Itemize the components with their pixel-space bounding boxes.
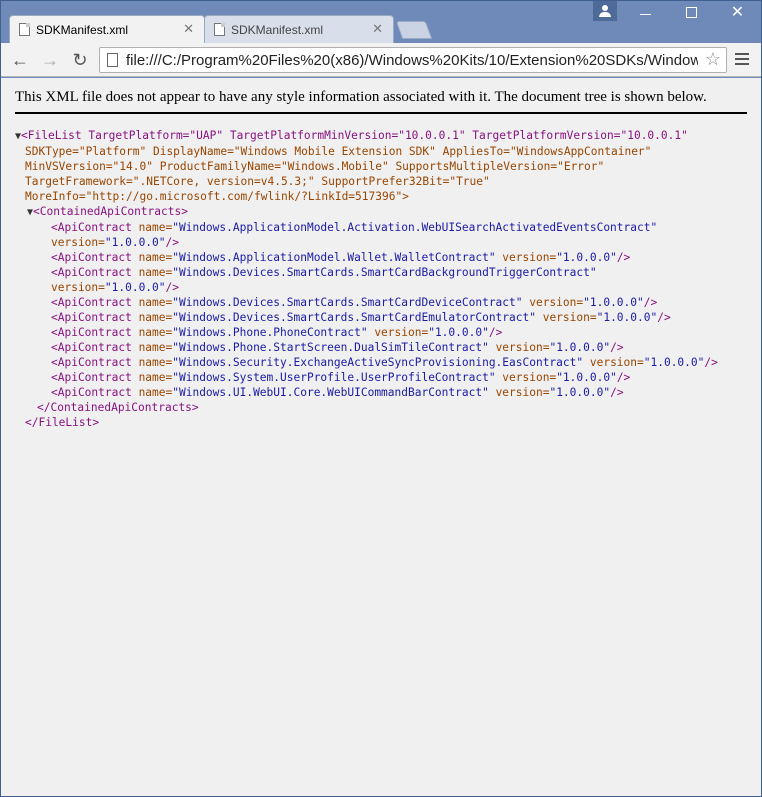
page-content: This XML file does not appear to have an…	[1, 78, 761, 796]
api-contract-element: <ApiContract name="Windows.Phone.PhoneCo…	[51, 326, 503, 339]
contract-version: "1.0.0.0"	[643, 356, 705, 369]
tab-label: SDKManifest.xml	[36, 22, 129, 37]
document-icon	[19, 23, 30, 36]
minimize-button[interactable]	[623, 1, 668, 23]
api-contract-element: <ApiContract name="Windows.Devices.Smart…	[51, 311, 671, 324]
api-contract-element: <ApiContract name="Windows.UI.WebUI.Core…	[51, 386, 624, 399]
contract-version: "1.0.0.0"	[556, 371, 617, 384]
contract-version: "1.0.0.0"	[549, 341, 611, 354]
contract-name: "Windows.Devices.SmartCards.SmartCardDev…	[172, 296, 523, 309]
tab-label: SDKManifest.xml	[231, 22, 324, 37]
contract-version: "1.0.0.0"	[596, 311, 658, 324]
user-icon	[602, 5, 608, 11]
contract-version: "1.0.0.0"	[104, 236, 166, 249]
url-text[interactable]: file:///C:/Program%20Files%20(x86)/Windo…	[126, 52, 698, 69]
contract-name: "Windows.ApplicationModel.Activation.Web…	[172, 221, 658, 234]
contract-name: "Windows.ApplicationModel.Wallet.WalletC…	[172, 251, 496, 264]
contract-name: "Windows.System.UserProfile.UserProfileC…	[172, 371, 496, 384]
maximize-button[interactable]	[669, 1, 714, 23]
contract-version: "1.0.0.0"	[549, 386, 611, 399]
filelist-attrs-line5: MoreInfo="http://go.microsoft.com/fwlink…	[25, 190, 409, 203]
api-contract-element: <ApiContract name="Windows.ApplicationMo…	[51, 251, 631, 264]
filelist-attrs-line2: SDKType="Platform" DisplayName="Windows …	[25, 145, 652, 158]
xml-style-notice: This XML file does not appear to have an…	[15, 88, 747, 114]
api-contract-version-line: version="1.0.0.0"/>	[51, 281, 179, 294]
tab-sdkmanifest-inactive[interactable]: SDKManifest.xml ✕	[204, 15, 394, 43]
contract-name: "Windows.Security.ExchangeActiveSyncProv…	[172, 356, 584, 369]
close-icon[interactable]: ✕	[183, 21, 194, 37]
api-contract-list: <ApiContract name="Windows.ApplicationMo…	[15, 220, 747, 400]
forward-button[interactable]: →	[39, 49, 61, 71]
address-bar[interactable]: file:///C:/Program%20Files%20(x86)/Windo…	[99, 47, 727, 73]
contract-name: "Windows.UI.WebUI.Core.WebUICommandBarCo…	[172, 386, 489, 399]
api-contract-element: <ApiContract name="Windows.Devices.Smart…	[51, 266, 597, 279]
contract-name: "Windows.Phone.PhoneContract"	[172, 326, 368, 339]
back-button[interactable]: ←	[9, 49, 31, 71]
api-contract-element: <ApiContract name="Windows.Security.Exch…	[51, 356, 718, 369]
contract-name: "Windows.Devices.SmartCards.SmartCardEmu…	[172, 311, 536, 324]
browser-window: SDKManifest.xml ✕ SDKManifest.xml ✕ ✕ ← …	[0, 0, 762, 797]
api-contract-element: <ApiContract name="Windows.Phone.StartSc…	[51, 341, 624, 354]
title-bar: SDKManifest.xml ✕ SDKManifest.xml ✕ ✕	[1, 1, 761, 43]
filelist-open-tag: ▼<FileList TargetPlatform="UAP" TargetPl…	[15, 129, 688, 142]
bookmark-star-icon[interactable]: ☆	[705, 49, 721, 70]
close-window-button[interactable]: ✕	[715, 1, 760, 23]
minimize-icon	[640, 13, 651, 15]
close-icon[interactable]: ✕	[372, 21, 383, 37]
filelist-attrs-line3: MinVSVersion="14.0" ProductFamilyName="W…	[25, 160, 605, 173]
forward-arrow-icon: →	[41, 49, 59, 70]
contract-name: "Windows.Phone.StartScreen.DualSimTileCo…	[172, 341, 489, 354]
page-icon	[107, 53, 118, 67]
xml-tree: ▼<FileList TargetPlatform="UAP" TargetPl…	[15, 128, 747, 430]
contract-version: "1.0.0.0"	[428, 326, 489, 339]
contract-version: "1.0.0.0"	[583, 296, 644, 309]
api-contract-element: <ApiContract name="Windows.ApplicationMo…	[51, 221, 658, 234]
menu-icon	[735, 53, 749, 55]
contract-version: "1.0.0.0"	[556, 251, 617, 264]
contained-api-contracts-close: </ContainedApiContracts>	[37, 401, 199, 414]
contract-name: "Windows.Devices.SmartCards.SmartCardBac…	[172, 266, 597, 279]
contract-version: "1.0.0.0"	[104, 281, 166, 294]
contained-api-contracts-open: ▼<ContainedApiContracts>	[27, 205, 188, 218]
tab-sdkmanifest-active[interactable]: SDKManifest.xml ✕	[9, 15, 205, 43]
close-icon: ✕	[730, 4, 745, 21]
api-contract-element: <ApiContract name="Windows.System.UserPr…	[51, 371, 631, 384]
maximize-icon	[686, 6, 697, 18]
document-icon	[214, 23, 225, 36]
reload-icon: ↻	[72, 49, 88, 70]
reload-button[interactable]: ↻	[69, 49, 91, 71]
api-contract-element: <ApiContract name="Windows.Devices.Smart…	[51, 296, 658, 309]
back-arrow-icon: ←	[11, 49, 29, 70]
toolbar: ← → ↻ file:///C:/Program%20Files%20(x86)…	[1, 43, 761, 77]
new-tab-button[interactable]	[395, 21, 433, 39]
filelist-attrs-line4: TargetFramework=".NETCore, version=v4.5.…	[25, 175, 490, 188]
user-profile-button[interactable]	[593, 1, 617, 21]
chrome-menu-button[interactable]	[735, 53, 749, 65]
api-contract-version-line: version="1.0.0.0"/>	[51, 236, 179, 249]
filelist-close-tag: </FileList>	[25, 416, 100, 429]
